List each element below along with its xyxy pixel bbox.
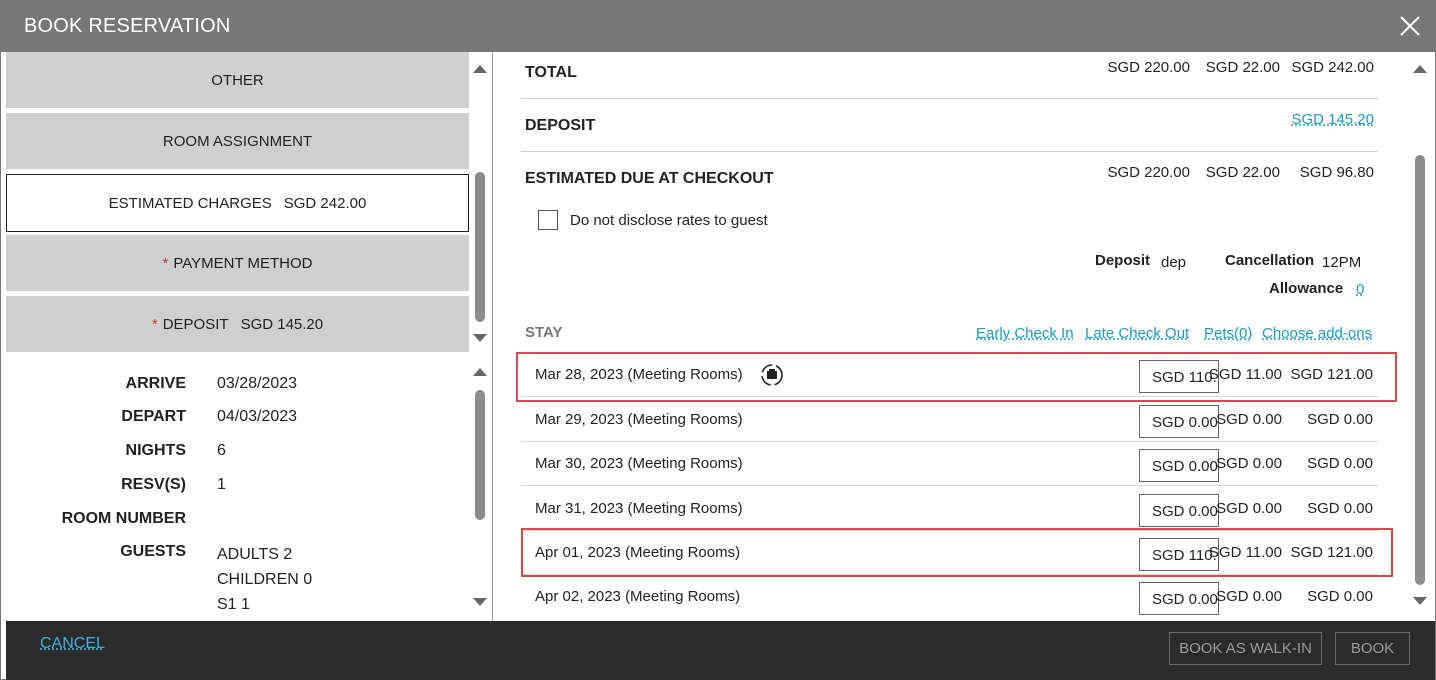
- no-disclose-checkbox[interactable]: [538, 210, 558, 230]
- policy-deposit-label: Deposit: [1095, 252, 1151, 269]
- charges-scroll-thumb[interactable]: [1415, 155, 1425, 585]
- stay-rate-input[interactable]: SGD 0.00: [1139, 405, 1219, 438]
- depart-value: 04/03/2023: [217, 408, 298, 425]
- close-button[interactable]: [1397, 13, 1423, 39]
- required-marker: *: [151, 315, 158, 333]
- guests-label: GUESTS: [120, 543, 186, 560]
- total-rate: SGD 220.00: [1107, 59, 1190, 76]
- stay-date: Mar 31, 2023 (Meeting Rooms): [535, 500, 743, 517]
- estimated-charges-pane: TOTAL SGD 220.00 SGD 22.00 SGD 242.00 DE…: [494, 52, 1435, 621]
- stay-rate-input[interactable]: SGD 0.00: [1139, 582, 1219, 615]
- policy-cancellation-value: 12PM: [1322, 254, 1362, 271]
- dialog-footer: CANCEL BOOK AS WALK-IN BOOK: [6, 621, 1435, 680]
- stay-tax: SGD 0.00: [1216, 411, 1282, 428]
- required-marker: *: [162, 254, 169, 272]
- cancel-link[interactable]: CANCEL: [40, 635, 105, 653]
- guests-adults: ADULTS 2: [217, 546, 293, 563]
- info-scroll-thumb[interactable]: [475, 390, 485, 520]
- stay-tax: SGD 0.00: [1216, 500, 1282, 517]
- stay-tax: SGD 0.00: [1216, 455, 1282, 472]
- stay-rate-input[interactable]: SGD 0.00: [1139, 494, 1219, 527]
- arrive-label: ARRIVE: [125, 375, 186, 392]
- charges-scroll-down[interactable]: [1413, 597, 1427, 605]
- policy-cancellation-label: Cancellation: [1225, 252, 1315, 269]
- deposit-row: DEPOSIT SGD 145.20: [521, 99, 1378, 152]
- choose-add-ons-link[interactable]: Choose add-ons: [1262, 325, 1372, 342]
- late-check-out-link[interactable]: Late Check Out: [1085, 325, 1189, 342]
- total-row: TOTAL SGD 220.00 SGD 22.00 SGD 242.00: [521, 52, 1378, 99]
- left-pane: OTHER ROOM ASSIGNMENT ESTIMATED CHARGES …: [6, 52, 493, 621]
- due-rate: SGD 220.00: [1107, 164, 1190, 181]
- depart-label: DEPART: [121, 408, 186, 425]
- section-label: OTHER: [211, 71, 264, 89]
- book-reservation-dialog: BOOK RESERVATION OTHER ROOM ASSIGNMENT E…: [0, 0, 1436, 680]
- due-label: ESTIMATED DUE AT CHECKOUT: [525, 170, 774, 187]
- section-room-assignment[interactable]: ROOM ASSIGNMENT: [6, 113, 469, 171]
- stay-date: Apr 02, 2023 (Meeting Rooms): [535, 588, 741, 605]
- total-tax: SGD 22.00: [1205, 59, 1280, 76]
- stay-row: Mar 30, 2023 (Meeting Rooms) SGD 0.00 SG…: [521, 442, 1378, 486]
- dialog-title: BOOK RESERVATION: [24, 15, 231, 37]
- stay-row: Mar 31, 2023 (Meeting Rooms) SGD 0.00 SG…: [521, 487, 1378, 531]
- section-estimated-charges[interactable]: ESTIMATED CHARGES SGD 242.00: [6, 174, 469, 232]
- pets-link[interactable]: Pets(0): [1204, 325, 1252, 342]
- due-sum: SGD 96.80: [1299, 164, 1374, 181]
- arrive-value: 03/28/2023: [217, 375, 298, 392]
- dialog-header: BOOK RESERVATION: [1, 1, 1436, 52]
- stay-total: SGD 0.00: [1307, 455, 1373, 472]
- info-scroll-down[interactable]: [473, 598, 487, 606]
- section-label: PAYMENT METHOD: [173, 254, 313, 272]
- stay-row: Mar 29, 2023 (Meeting Rooms) SGD 0.00 SG…: [521, 398, 1378, 442]
- policy-allowance-label: Allowance: [1269, 280, 1344, 297]
- stay-rate-input[interactable]: SGD 0.00: [1139, 449, 1219, 482]
- early-check-in-link[interactable]: Early Check In: [976, 325, 1074, 342]
- stay-row: Apr 02, 2023 (Meeting Rooms) SGD 0.00 SG…: [521, 575, 1378, 619]
- resvs-label: RESV(S): [121, 476, 186, 493]
- book-as-walk-in-button[interactable]: BOOK AS WALK-IN: [1169, 632, 1322, 665]
- sections-scroll-down[interactable]: [473, 334, 487, 342]
- section-label: DEPOSIT: [162, 315, 229, 333]
- no-disclose-label: Do not disclose rates to guest: [570, 212, 768, 229]
- due-row: ESTIMATED DUE AT CHECKOUT SGD 220.00 SGD…: [521, 152, 1378, 205]
- book-button[interactable]: BOOK: [1335, 632, 1410, 665]
- stay-date: Mar 30, 2023 (Meeting Rooms): [535, 455, 743, 472]
- stay-label: STAY: [525, 324, 563, 341]
- highlight-box: [521, 528, 1393, 577]
- policy-allowance-value[interactable]: 0: [1356, 281, 1364, 298]
- stay-total: SGD 0.00: [1307, 411, 1373, 428]
- stay-date: Mar 29, 2023 (Meeting Rooms): [535, 411, 743, 428]
- guests-children: CHILDREN 0: [217, 571, 313, 588]
- section-payment-method[interactable]: * PAYMENT METHOD: [6, 235, 469, 293]
- deposit-amount-link[interactable]: SGD 145.20: [1291, 111, 1374, 128]
- room-number-label: ROOM NUMBER: [61, 510, 186, 527]
- section-label: ESTIMATED CHARGES: [108, 194, 272, 212]
- charges-scroll-up[interactable]: [1413, 65, 1427, 73]
- stay-tax: SGD 0.00: [1216, 588, 1282, 605]
- sections-scroll-up[interactable]: [473, 65, 487, 73]
- total-label: TOTAL: [525, 64, 577, 81]
- section-deposit[interactable]: * DEPOSIT SGD 145.20: [6, 296, 469, 354]
- nights-value: 6: [217, 442, 226, 459]
- policy-deposit-value: dep: [1161, 254, 1187, 271]
- stay-total: SGD 0.00: [1307, 500, 1373, 517]
- nights-label: NIGHTS: [125, 442, 186, 459]
- total-sum: SGD 242.00: [1291, 59, 1374, 76]
- due-tax: SGD 22.00: [1205, 164, 1280, 181]
- book-label: BOOK: [1350, 640, 1395, 657]
- guests-s1: S1 1: [217, 596, 250, 613]
- highlight-box: [516, 352, 1397, 402]
- resvs-value: 1: [217, 476, 226, 493]
- stay-total: SGD 0.00: [1307, 588, 1373, 605]
- deposit-label: DEPOSIT: [525, 117, 596, 134]
- sections-scroll-thumb[interactable]: [475, 172, 485, 322]
- section-amount: SGD 242.00: [283, 194, 367, 212]
- book-as-walk-in-label: BOOK AS WALK-IN: [1179, 640, 1312, 657]
- close-icon: [1400, 16, 1420, 36]
- section-other[interactable]: OTHER: [6, 52, 469, 110]
- section-label: ROOM ASSIGNMENT: [162, 132, 313, 150]
- info-scroll-up[interactable]: [473, 368, 487, 376]
- section-amount: SGD 145.20: [240, 315, 324, 333]
